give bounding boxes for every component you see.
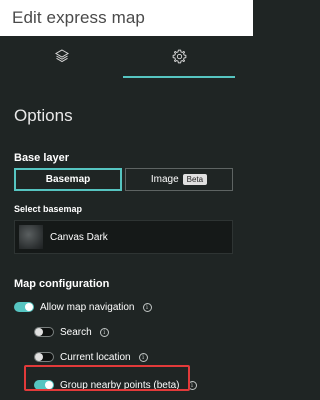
toggle-knob: [25, 303, 33, 311]
select-basemap-label: Select basemap: [14, 204, 83, 214]
image-segment-button[interactable]: Image Beta: [125, 168, 233, 191]
active-tab-indicator: [123, 76, 235, 78]
current-location-toggle[interactable]: [34, 352, 54, 362]
tab-layers[interactable]: [0, 36, 123, 76]
highlight-box: [24, 365, 190, 391]
toggle-knob: [35, 328, 43, 336]
basemap-thumbnail: [19, 225, 43, 249]
search-label: Search: [60, 326, 92, 338]
tab-settings[interactable]: [123, 36, 235, 76]
allow-map-navigation-label: Allow map navigation: [40, 301, 135, 313]
toggle-knob: [35, 353, 43, 361]
allow-map-navigation-row: Allow map navigation i: [14, 299, 152, 315]
info-icon[interactable]: i: [138, 352, 148, 362]
gear-icon: [172, 49, 186, 63]
basemap-picker[interactable]: Canvas Dark: [14, 220, 233, 254]
beta-badge: Beta: [182, 174, 208, 185]
basemap-segment-button[interactable]: Basemap: [14, 168, 122, 191]
base-layer-label: Base layer: [14, 152, 70, 164]
info-icon[interactable]: i: [142, 302, 152, 312]
settings-panel: Options Base layer Basemap Image Beta Se…: [0, 36, 253, 400]
current-location-label: Current location: [60, 351, 131, 363]
tab-bar: [0, 36, 253, 78]
search-toggle[interactable]: [34, 327, 54, 337]
basemap-name: Canvas Dark: [50, 232, 108, 243]
search-row: Search i: [34, 324, 109, 340]
info-icon[interactable]: i: [99, 327, 109, 337]
layers-icon: [54, 49, 69, 63]
map-configuration-label: Map configuration: [14, 278, 110, 290]
page-title: Edit express map: [12, 8, 145, 27]
current-location-row: Current location i: [34, 349, 148, 365]
image-segment-label: Image: [150, 174, 179, 185]
allow-map-navigation-toggle[interactable]: [14, 302, 34, 312]
basemap-segment-label: Basemap: [45, 174, 91, 185]
header: Edit express map: [0, 0, 253, 36]
options-heading: Options: [14, 106, 73, 125]
